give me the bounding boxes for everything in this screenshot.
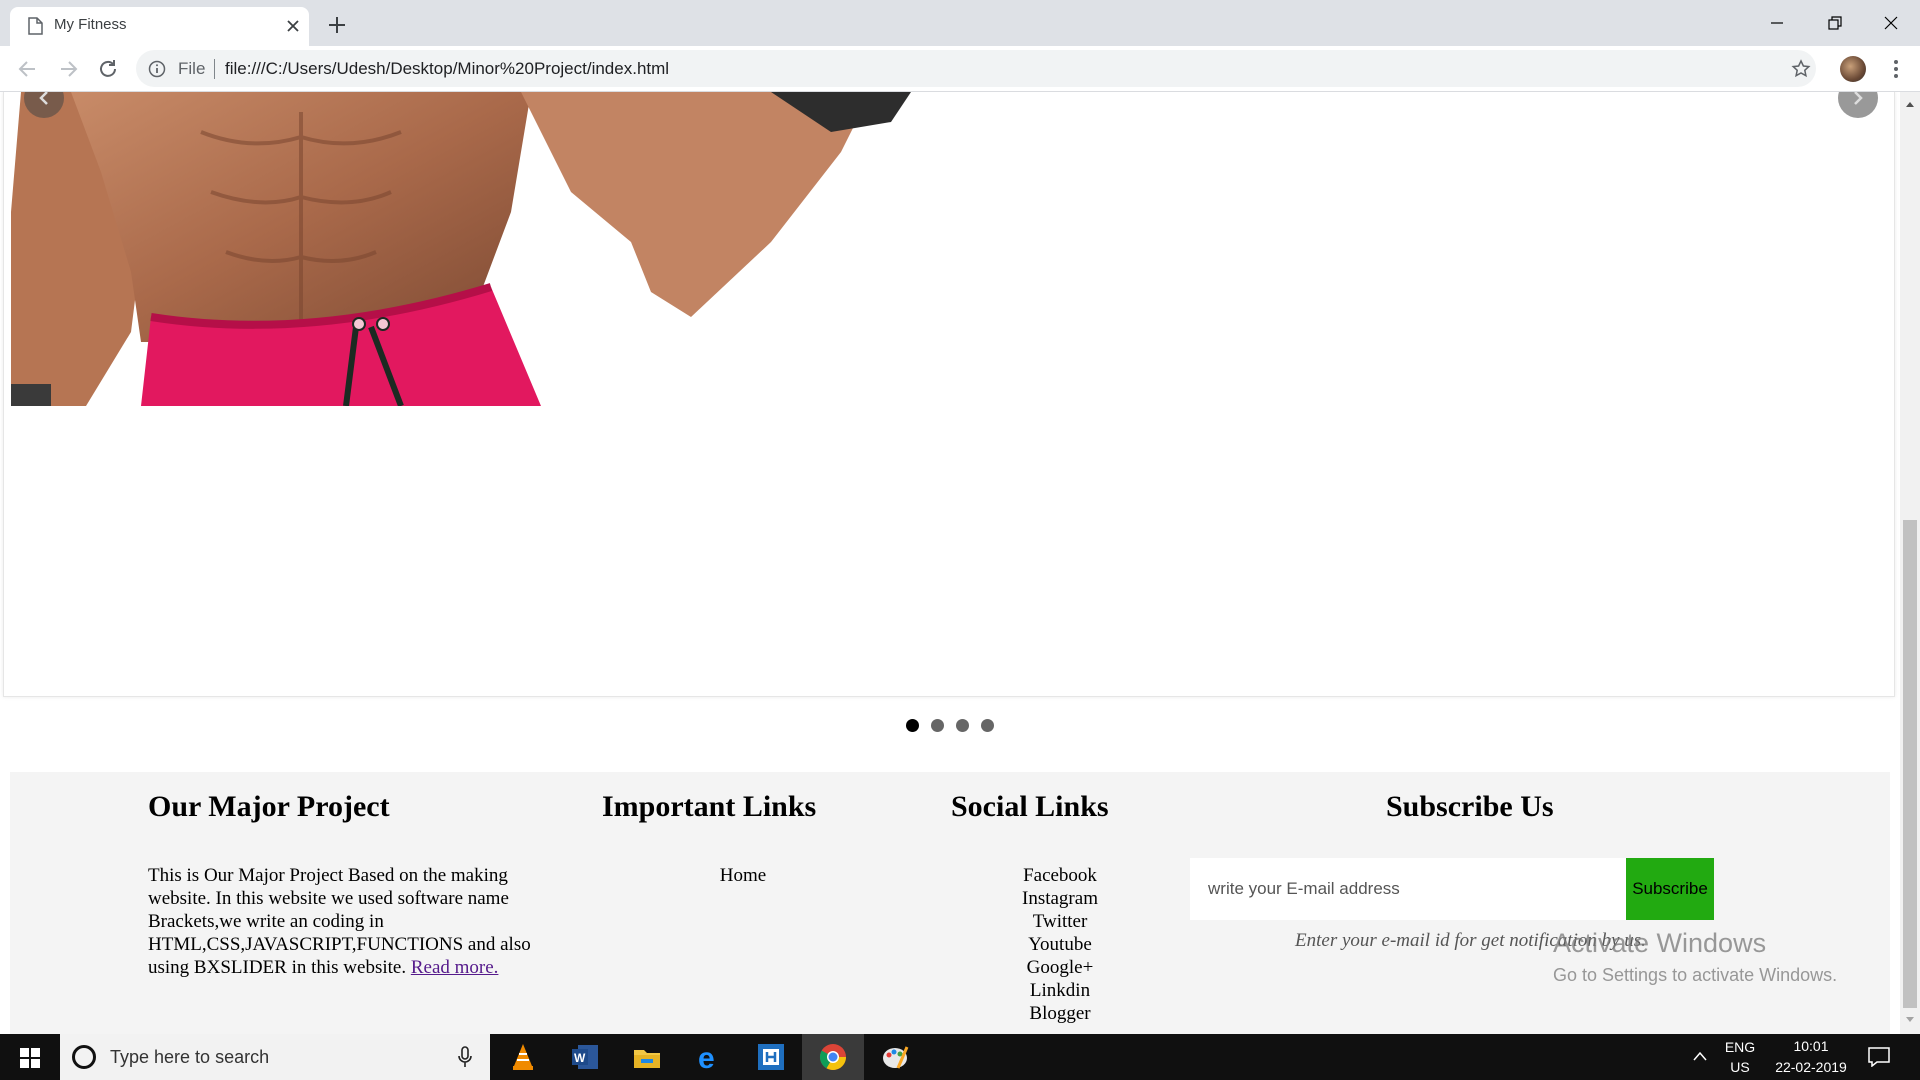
reload-icon[interactable] [95,56,121,82]
start-button[interactable] [0,1034,60,1080]
omnibox-separator [214,59,215,79]
browser-toolbar: File file:///C:/Users/Udesh/Desktop/Mino… [0,46,1920,92]
store-app-icon[interactable] [740,1034,802,1080]
url-text[interactable]: file:///C:/Users/Udesh/Desktop/Minor%20P… [225,59,669,79]
important-links-list: Home [670,864,816,887]
email-field[interactable] [1190,858,1626,920]
page-viewport: Our Major Project This is Our Major Proj… [0,92,1900,1034]
read-more-link[interactable]: Read more. [411,957,499,978]
watermark-title: Activate Windows [1553,928,1767,958]
document-icon [28,17,43,35]
vlc-icon[interactable] [492,1034,554,1080]
fitness-slide-image [11,92,911,406]
info-icon[interactable] [148,60,166,78]
tab-my-fitness[interactable]: My Fitness [10,7,309,46]
scroll-up-icon[interactable] [1905,100,1915,108]
slider-next-button[interactable] [1838,92,1878,118]
link-twitter[interactable]: Twitter [990,910,1130,933]
svg-text:W: W [574,1051,586,1065]
important-links-heading: Important Links [602,790,817,823]
link-facebook[interactable]: Facebook [990,864,1130,887]
scrollbar-thumb[interactable] [1903,520,1917,1008]
clock[interactable]: 10:01 22-02-2019 [1766,1034,1856,1080]
subscribe-button[interactable]: Subscribe [1626,858,1714,920]
word-icon[interactable]: W [554,1034,616,1080]
chevron-right-icon [1854,92,1863,105]
menu-kebab-icon[interactable] [1884,57,1908,81]
pager-dot-3[interactable] [956,719,969,732]
profile-avatar[interactable] [1840,56,1866,82]
minimize-button[interactable] [1748,0,1806,46]
about-heading: Our Major Project [148,790,390,823]
watermark-subtitle: Go to Settings to activate Windows. [1553,965,1838,985]
cortana-icon [72,1045,96,1069]
bookmark-star-icon[interactable] [1791,59,1811,79]
windows-taskbar: Type here to search W e ENG US 10:01 22-… [0,1034,1920,1080]
close-icon [1884,16,1898,30]
link-instagram[interactable]: Instagram [990,887,1130,910]
social-links-list: Facebook Instagram Twitter Youtube Googl… [990,864,1130,1025]
chevron-up-icon[interactable] [1692,1050,1708,1062]
link-linkedin[interactable]: Linkdin [990,979,1130,1002]
about-text: This is Our Major Project Based on the m… [148,864,548,979]
search-placeholder: Type here to search [110,1047,270,1067]
language-code: ENG [1724,1039,1756,1055]
link-home[interactable]: Home [670,864,816,887]
clock-date: 22-02-2019 [1775,1059,1847,1075]
clock-time: 10:01 [1793,1038,1829,1054]
chevron-left-icon [39,92,48,105]
restore-button[interactable] [1806,0,1864,46]
page-footer: Our Major Project This is Our Major Proj… [10,772,1890,1034]
link-youtube[interactable]: Youtube [990,933,1130,956]
language-indicator[interactable]: ENG US [1724,1034,1756,1080]
microphone-icon[interactable] [458,1046,472,1068]
pager-dot-4[interactable] [981,719,994,732]
address-bar[interactable]: File file:///C:/Users/Udesh/Desktop/Mino… [136,50,1816,87]
tab-title: My Fitness [54,16,127,33]
chrome-icon[interactable] [802,1034,864,1080]
region-code: US [1730,1059,1750,1075]
subscribe-heading: Subscribe Us [1386,790,1554,823]
scheme-label: File [178,59,206,78]
minimize-icon [1771,22,1783,24]
link-googleplus[interactable]: Google+ [990,956,1130,979]
notification-icon[interactable] [1868,1047,1890,1067]
taskbar-search[interactable]: Type here to search [60,1034,490,1080]
edge-icon[interactable]: e [678,1034,740,1080]
link-blogger[interactable]: Blogger [990,1002,1130,1025]
scroll-down-icon[interactable] [1905,1016,1915,1024]
activate-windows-watermark: Activate Windows Go to Settings to activ… [1553,928,1837,986]
page-scrollbar[interactable] [1900,92,1920,1034]
image-slider [3,92,1895,697]
paint-icon[interactable] [864,1034,926,1080]
social-links-heading: Social Links [951,790,1109,823]
tab-strip: My Fitness [0,0,1920,46]
windows-logo-icon [20,1048,40,1068]
slider-pager [0,719,1900,739]
forward-arrow-icon[interactable] [55,56,81,82]
close-window-button[interactable] [1862,0,1920,46]
pager-dot-2[interactable] [931,719,944,732]
file-explorer-icon[interactable] [616,1034,678,1080]
new-tab-icon[interactable] [324,12,350,38]
pager-dot-1[interactable] [906,719,919,732]
back-arrow-icon[interactable] [15,56,41,82]
close-tab-icon[interactable] [282,15,304,37]
svg-text:e: e [698,1042,715,1072]
restore-icon [1828,16,1842,30]
